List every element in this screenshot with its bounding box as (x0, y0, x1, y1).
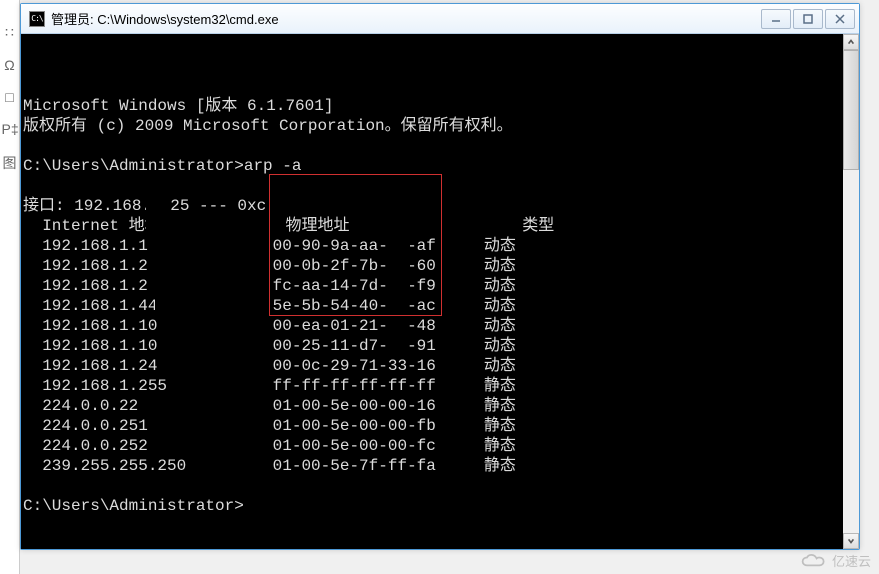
panel-item: 图 (2, 153, 18, 173)
arp-row: 224.0.0.252 01-00-5e-00-00-fc 静态 (23, 436, 859, 456)
panel-item: □ (2, 89, 18, 105)
cmd-window: C:\ 管理员: C:\Windows\system32\cmd.exe Mic… (20, 3, 860, 550)
scrollbar[interactable] (843, 34, 859, 549)
arp-row: 192.168.1.10 00-ea-01-21- -48 动态 (23, 316, 859, 336)
minimize-button[interactable] (761, 9, 791, 29)
terminal-line: Microsoft Windows [版本 6.1.7601] (23, 96, 859, 116)
cmd-icon: C:\ (29, 11, 45, 27)
terminal-line: 版权所有 (c) 2009 Microsoft Corporation。保留所有… (23, 116, 859, 136)
terminal-line: 接口: 192.168.1.25 --- 0xc (23, 196, 859, 216)
terminal-line (23, 476, 859, 496)
terminal-line (23, 176, 859, 196)
panel-item: P‡ (2, 121, 18, 137)
scroll-up-button[interactable] (843, 34, 859, 50)
watermark: 亿速云 (800, 551, 871, 570)
scroll-track[interactable] (843, 50, 859, 533)
arp-row: 192.168.1.2 00-0b-2f-7b- -60 动态 (23, 256, 859, 276)
scroll-down-button[interactable] (843, 533, 859, 549)
window-controls (761, 9, 855, 29)
arp-header: Internet 地址 物理地址 类型 (23, 216, 859, 236)
arp-row: 224.0.0.22 01-00-5e-00-00-16 静态 (23, 396, 859, 416)
arp-row: 192.168.1.1 00-90-9a-aa- -af 动态 (23, 236, 859, 256)
window-title: 管理员: C:\Windows\system32\cmd.exe (51, 9, 761, 28)
arp-row: 239.255.255.250 01-00-5e-7f-ff-fa 静态 (23, 456, 859, 476)
arp-row: 192.168.1.255 ff-ff-ff-ff-ff-ff 静态 (23, 376, 859, 396)
terminal-line: C:\Users\Administrator> (23, 496, 859, 516)
scroll-thumb[interactable] (843, 50, 859, 170)
cloud-icon (800, 553, 828, 569)
terminal-line (23, 136, 859, 156)
arp-row: 192.168.1.10 00-25-11-d7- -91 动态 (23, 336, 859, 356)
close-button[interactable] (825, 9, 855, 29)
arp-row: 192.168.1.44 5e-5b-54-40- -ac 动态 (23, 296, 859, 316)
maximize-button[interactable] (793, 9, 823, 29)
panel-item: ∷ (2, 24, 18, 41)
arp-row: 224.0.0.251 01-00-5e-00-00-fb 静态 (23, 416, 859, 436)
arp-row: 192.168.1.2 fc-aa-14-7d- -f9 动态 (23, 276, 859, 296)
terminal-line: C:\Users\Administrator>arp -a (23, 156, 859, 176)
terminal-output[interactable]: Microsoft Windows [版本 6.1.7601]版权所有 (c) … (21, 34, 859, 549)
titlebar[interactable]: C:\ 管理员: C:\Windows\system32\cmd.exe (21, 4, 859, 34)
panel-item: Ω (2, 57, 18, 73)
host-left-panel: ∷ Ω □ P‡ 图 (0, 0, 20, 574)
arp-row: 192.168.1.24 00-0c-29-71-33-16 动态 (23, 356, 859, 376)
